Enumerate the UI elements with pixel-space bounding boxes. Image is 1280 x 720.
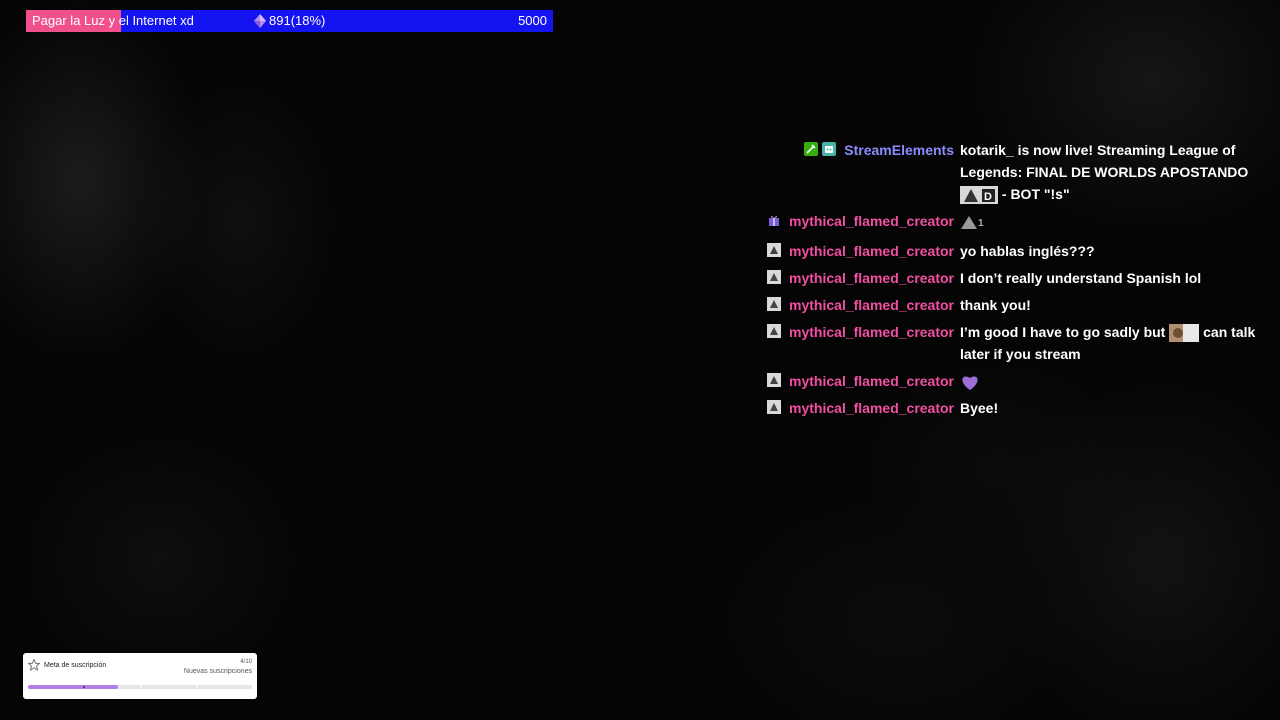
chat-badges — [763, 397, 782, 419]
sub-goal-title: Meta de suscripción — [44, 662, 107, 669]
chat-text: Byee! — [960, 400, 999, 416]
chat-text-continued: - BOT "!s" — [998, 186, 1070, 202]
chat-message-text: I’m good I have to go sadly but can talk… — [960, 321, 1265, 365]
chat-badges — [763, 370, 782, 392]
subscription-goal-widget: Meta de suscripción 4/10 Nuevas suscripc… — [23, 653, 257, 699]
chat-message: mythical_flamed_creator 1 — [760, 210, 1265, 235]
subscriber-badge-icon — [767, 373, 782, 387]
chat-message: mythical_flamed_creator thank you! — [760, 294, 1265, 316]
chat-badges — [763, 321, 782, 365]
chat-message-text — [960, 370, 1265, 392]
chat-username[interactable]: StreamElements — [844, 139, 954, 205]
chat-message-text: I don’t really understand Spanish lol — [960, 267, 1265, 289]
subscriber-badge-icon — [767, 297, 782, 311]
emote-count: 1 — [978, 218, 984, 229]
chat-message-header: mythical_flamed_creator — [760, 370, 954, 392]
chat-message-header: StreamElements — [760, 139, 954, 205]
svg-text:D: D — [984, 191, 992, 203]
chat-message-header: mythical_flamed_creator — [760, 240, 954, 262]
chat-username[interactable]: mythical_flamed_creator — [789, 267, 954, 289]
chat-text: kotarik_ is now live! Streaming League o… — [960, 142, 1249, 180]
sub-goal-fill — [28, 685, 118, 689]
chat-message-header: mythical_flamed_creator — [760, 321, 954, 365]
goal-title: Pagar la Luz y el Internet xd — [32, 13, 194, 28]
chat-message-header: mythical_flamed_creator — [760, 397, 954, 419]
chat-badges — [763, 210, 781, 235]
sub-goal-marker — [196, 686, 198, 688]
sub-goal-track — [28, 685, 252, 689]
star-icon — [28, 659, 40, 671]
chat-message: StreamElements kotarik_ is now live! Stre… — [760, 139, 1265, 205]
chat-badges — [800, 139, 837, 205]
chat-message-header: mythical_flamed_creator — [760, 267, 954, 289]
chat-message: mythical_flamed_creator yo hablas inglés?… — [760, 240, 1265, 262]
chat-message: mythical_flamed_creator Byee! — [760, 397, 1265, 419]
moderator-badge-icon — [804, 142, 819, 156]
purple-heart-icon — [962, 376, 978, 391]
goal-target: 5000 — [518, 13, 547, 28]
chat-text: thank you! — [960, 297, 1031, 313]
subscriber-badge-icon — [767, 243, 782, 257]
chat-badges — [763, 294, 782, 316]
chat-message: mythical_flamed_creator — [760, 370, 1265, 392]
chat-badges — [763, 240, 782, 262]
sub-goal-marker — [140, 686, 142, 688]
subscriber-badge-icon — [767, 400, 782, 414]
chat-message-header: mythical_flamed_creator — [760, 294, 954, 316]
chat-message-text: thank you! — [960, 294, 1265, 316]
sub-gift-badge-icon — [769, 215, 780, 226]
goal-current: 891(18%) — [254, 10, 325, 32]
chat-username[interactable]: mythical_flamed_creator — [789, 370, 954, 392]
chat-message-text: yo hablas inglés??? — [960, 240, 1265, 262]
chat-text: yo hablas inglés??? — [960, 243, 1095, 259]
chat-message-text: Byee! — [960, 397, 1265, 419]
sub-goal-count: 4/10 — [240, 659, 252, 665]
chat-message: mythical_flamed_creator I don’t really un… — [760, 267, 1265, 289]
chat-username[interactable]: mythical_flamed_creator — [789, 210, 954, 235]
chat-text: I don’t really understand Spanish lol — [960, 270, 1202, 286]
chat-overlay: StreamElements kotarik_ is now live! Stre… — [760, 139, 1265, 424]
chat-username[interactable]: mythical_flamed_creator — [789, 240, 954, 262]
goal-current-value: 891(18%) — [269, 13, 326, 28]
chat-message-text: 1 — [960, 210, 1265, 235]
channel-emote-icon: D — [960, 186, 998, 205]
subscriber-badge-icon — [767, 270, 782, 284]
cat-emote-icon — [1169, 324, 1200, 343]
chat-username[interactable]: mythical_flamed_creator — [789, 321, 954, 365]
chat-message-text: kotarik_ is now live! Streaming League o… — [960, 139, 1265, 205]
chat-message: mythical_flamed_creator I’m good I have t… — [760, 321, 1265, 365]
chat-message-header: mythical_flamed_creator — [760, 210, 954, 235]
chat-text: I’m good I have to go sadly but — [960, 324, 1166, 340]
subscriber-badge-icon — [767, 324, 782, 338]
chat-badges — [763, 267, 782, 289]
chat-username[interactable]: mythical_flamed_creator — [789, 294, 954, 316]
gem-icon — [254, 14, 266, 28]
sub-goal-label: Nuevas suscripciones — [183, 668, 252, 675]
chat-username[interactable]: mythical_flamed_creator — [789, 397, 954, 419]
gray-triangle-emote-icon — [961, 216, 977, 230]
donation-goal-bar: Pagar la Luz y el Internet xd 891(18%) 5… — [26, 10, 553, 32]
bot-badge-icon — [822, 142, 837, 156]
sub-goal-marker — [83, 686, 85, 688]
